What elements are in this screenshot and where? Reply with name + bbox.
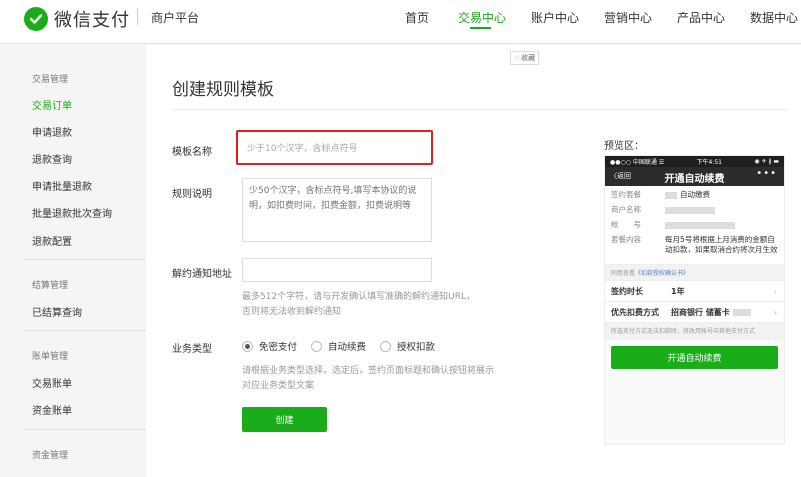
chevron-right-icon: › [773,286,777,296]
radio-password-free[interactable]: 免密支付 [242,339,297,353]
more-icon: ••• [756,168,777,179]
enable-auto-renew-button: 开通自动续费 [611,346,778,369]
agreement-link-row: 同意查看《扣款授权确认书》 [605,264,784,281]
contract-info: 签约套餐 自动缴费 商户名称 帐 号 套餐内容 每月5号将根据上月消费的金额自动… [605,186,784,264]
template-name-input[interactable]: 少于10个汉字，含标点符号 [236,130,433,165]
priority-payment-row: 优先扣费方式 招商银行 储蓄卡 › [605,302,784,323]
type-hint-line2: 对应业务类型文案 [242,381,315,391]
sidebar-divider [24,259,146,260]
sidebar-item-batch-refund[interactable]: 申请批量退款 [32,178,92,193]
nav-trade-center[interactable]: 交易中心 [458,9,506,26]
top-header: 微信支付 商户平台 首页 交易中心 账户中心 营销中心 产品中心 数据中心 [0,0,801,44]
radio-unselected-icon [311,340,323,352]
radio-label: 自动续费 [328,342,367,353]
sidebar-item-trade-orders[interactable]: 交易订单 [32,97,72,112]
rule-description-label: 规则说明 [172,189,212,200]
blurred-text [665,221,735,229]
cancel-notify-url-input[interactable] [242,258,432,282]
preview-label: 预览区： [604,141,644,152]
type-hint-line1: 请根据业务类型选择，选定后，签约页面标题和确认按钮将展示 [242,366,495,376]
status-icons: ◉ ✈ ∦ ▬ [754,158,779,165]
info-row: 签约套餐 自动缴费 [611,190,710,199]
info-row: 商户名称 [611,205,778,215]
sidebar-item-refund-config[interactable]: 退款配置 [32,233,72,248]
sidebar-item-trade-bill[interactable]: 交易账单 [32,375,72,390]
url-hint-line2: 否则将无法收到解约通知 [242,307,342,317]
sidebar-item-refund-query[interactable]: 退款查询 [32,151,72,166]
create-button[interactable]: 创建 [242,407,327,432]
radio-label: 免密支付 [259,342,298,353]
carrier-text: ●●○○ 中国联通 ☰ [610,159,665,166]
phone-status-bar: ●●○○ 中国联通 ☰ 下午4:51 ◉ ✈ ∦ ▬ [605,156,784,167]
phone-nav-bar: 〈返回 开通自动续费 ••• [605,167,784,186]
radio-label: 授权扣款 [397,342,436,353]
favorite-button[interactable]: ☆ 收藏 [510,51,539,65]
wechat-pay-logo[interactable]: 微信支付 [24,6,130,32]
sidebar-item-settled-query[interactable]: 已结算查询 [32,304,82,319]
sidebar-heading-settlement: 结算管理 [32,281,69,291]
main-panel: ☆ 收藏 创建规则模板 模板名称 少于10个汉字，含标点符号 规则说明 解约通知… [146,45,801,477]
url-hint-line1: 最多512个字符，请与开发确认填写准确的解约通知URL， [242,292,476,302]
logo-divider [137,9,138,25]
info-row: 套餐内容 每月5号将根据上月消费的金额自动扣款，如果取消合约将次月生效 [611,235,778,254]
sidebar-heading-funds: 资金管理 [32,451,69,461]
nav-home[interactable]: 首页 [405,9,429,26]
nav-data-center[interactable]: 数据中心 [750,9,798,26]
star-icon: ☆ [513,54,521,62]
favorite-label: 收藏 [521,54,536,62]
blurred-text [665,206,715,214]
rule-description-input[interactable] [242,178,432,242]
status-time: 下午4:51 [696,159,722,166]
sidebar-item-batch-refund-query[interactable]: 批量退款批次查询 [32,205,112,220]
business-type-label: 业务类型 [172,344,212,355]
nav-active-underline [470,27,491,29]
sidebar-heading-bills: 账单管理 [32,352,69,362]
radio-unselected-icon [380,340,392,352]
radio-auto-renew[interactable]: 自动续费 [311,339,366,353]
cancel-notify-url-label: 解约通知地址 [172,269,232,280]
phone-preview: ●●○○ 中国联通 ☰ 下午4:51 ◉ ✈ ∦ ▬ 〈返回 开通自动续费 ••… [604,155,785,445]
agreement-link: 《扣款授权确认书》 [635,270,690,277]
logo-text: 微信支付 [54,10,130,31]
sidebar: 交易管理 交易订单 申请退款 退款查询 申请批量退款 批量退款批次查询 退款配置… [0,45,146,477]
contract-duration-row: 签约时长 1年 › [605,281,784,302]
payment-note: 所选支付方式无法扣款时，将改用帐号中其他支付方式 [605,323,784,340]
radio-authorized-deduction[interactable]: 授权扣款 [380,339,435,353]
template-name-label: 模板名称 [172,147,212,158]
sidebar-heading-trade: 交易管理 [32,75,69,85]
nav-marketing-center[interactable]: 营销中心 [604,9,652,26]
sidebar-divider [24,429,146,430]
sidebar-divider [24,330,146,331]
platform-name: 商户平台 [151,11,200,25]
wechat-pay-logo-icon [24,7,48,31]
nav-account-center[interactable]: 账户中心 [531,9,579,26]
sidebar-item-fund-bill[interactable]: 资金账单 [32,402,72,417]
nav-product-center[interactable]: 产品中心 [677,9,725,26]
blurred-text [732,308,751,316]
radio-selected-icon [242,340,253,352]
page-title: 创建规则模板 [172,80,274,100]
info-row: 帐 号 [611,220,778,230]
sidebar-item-apply-refund[interactable]: 申请退款 [32,124,72,139]
template-name-placeholder: 少于10个汉字，含标点符号 [247,144,358,154]
title-divider [172,109,788,110]
blurred-text [665,191,677,199]
chevron-right-icon: › [773,307,777,317]
business-type-radio-group: 免密支付 自动续费 授权扣款 [242,339,449,353]
